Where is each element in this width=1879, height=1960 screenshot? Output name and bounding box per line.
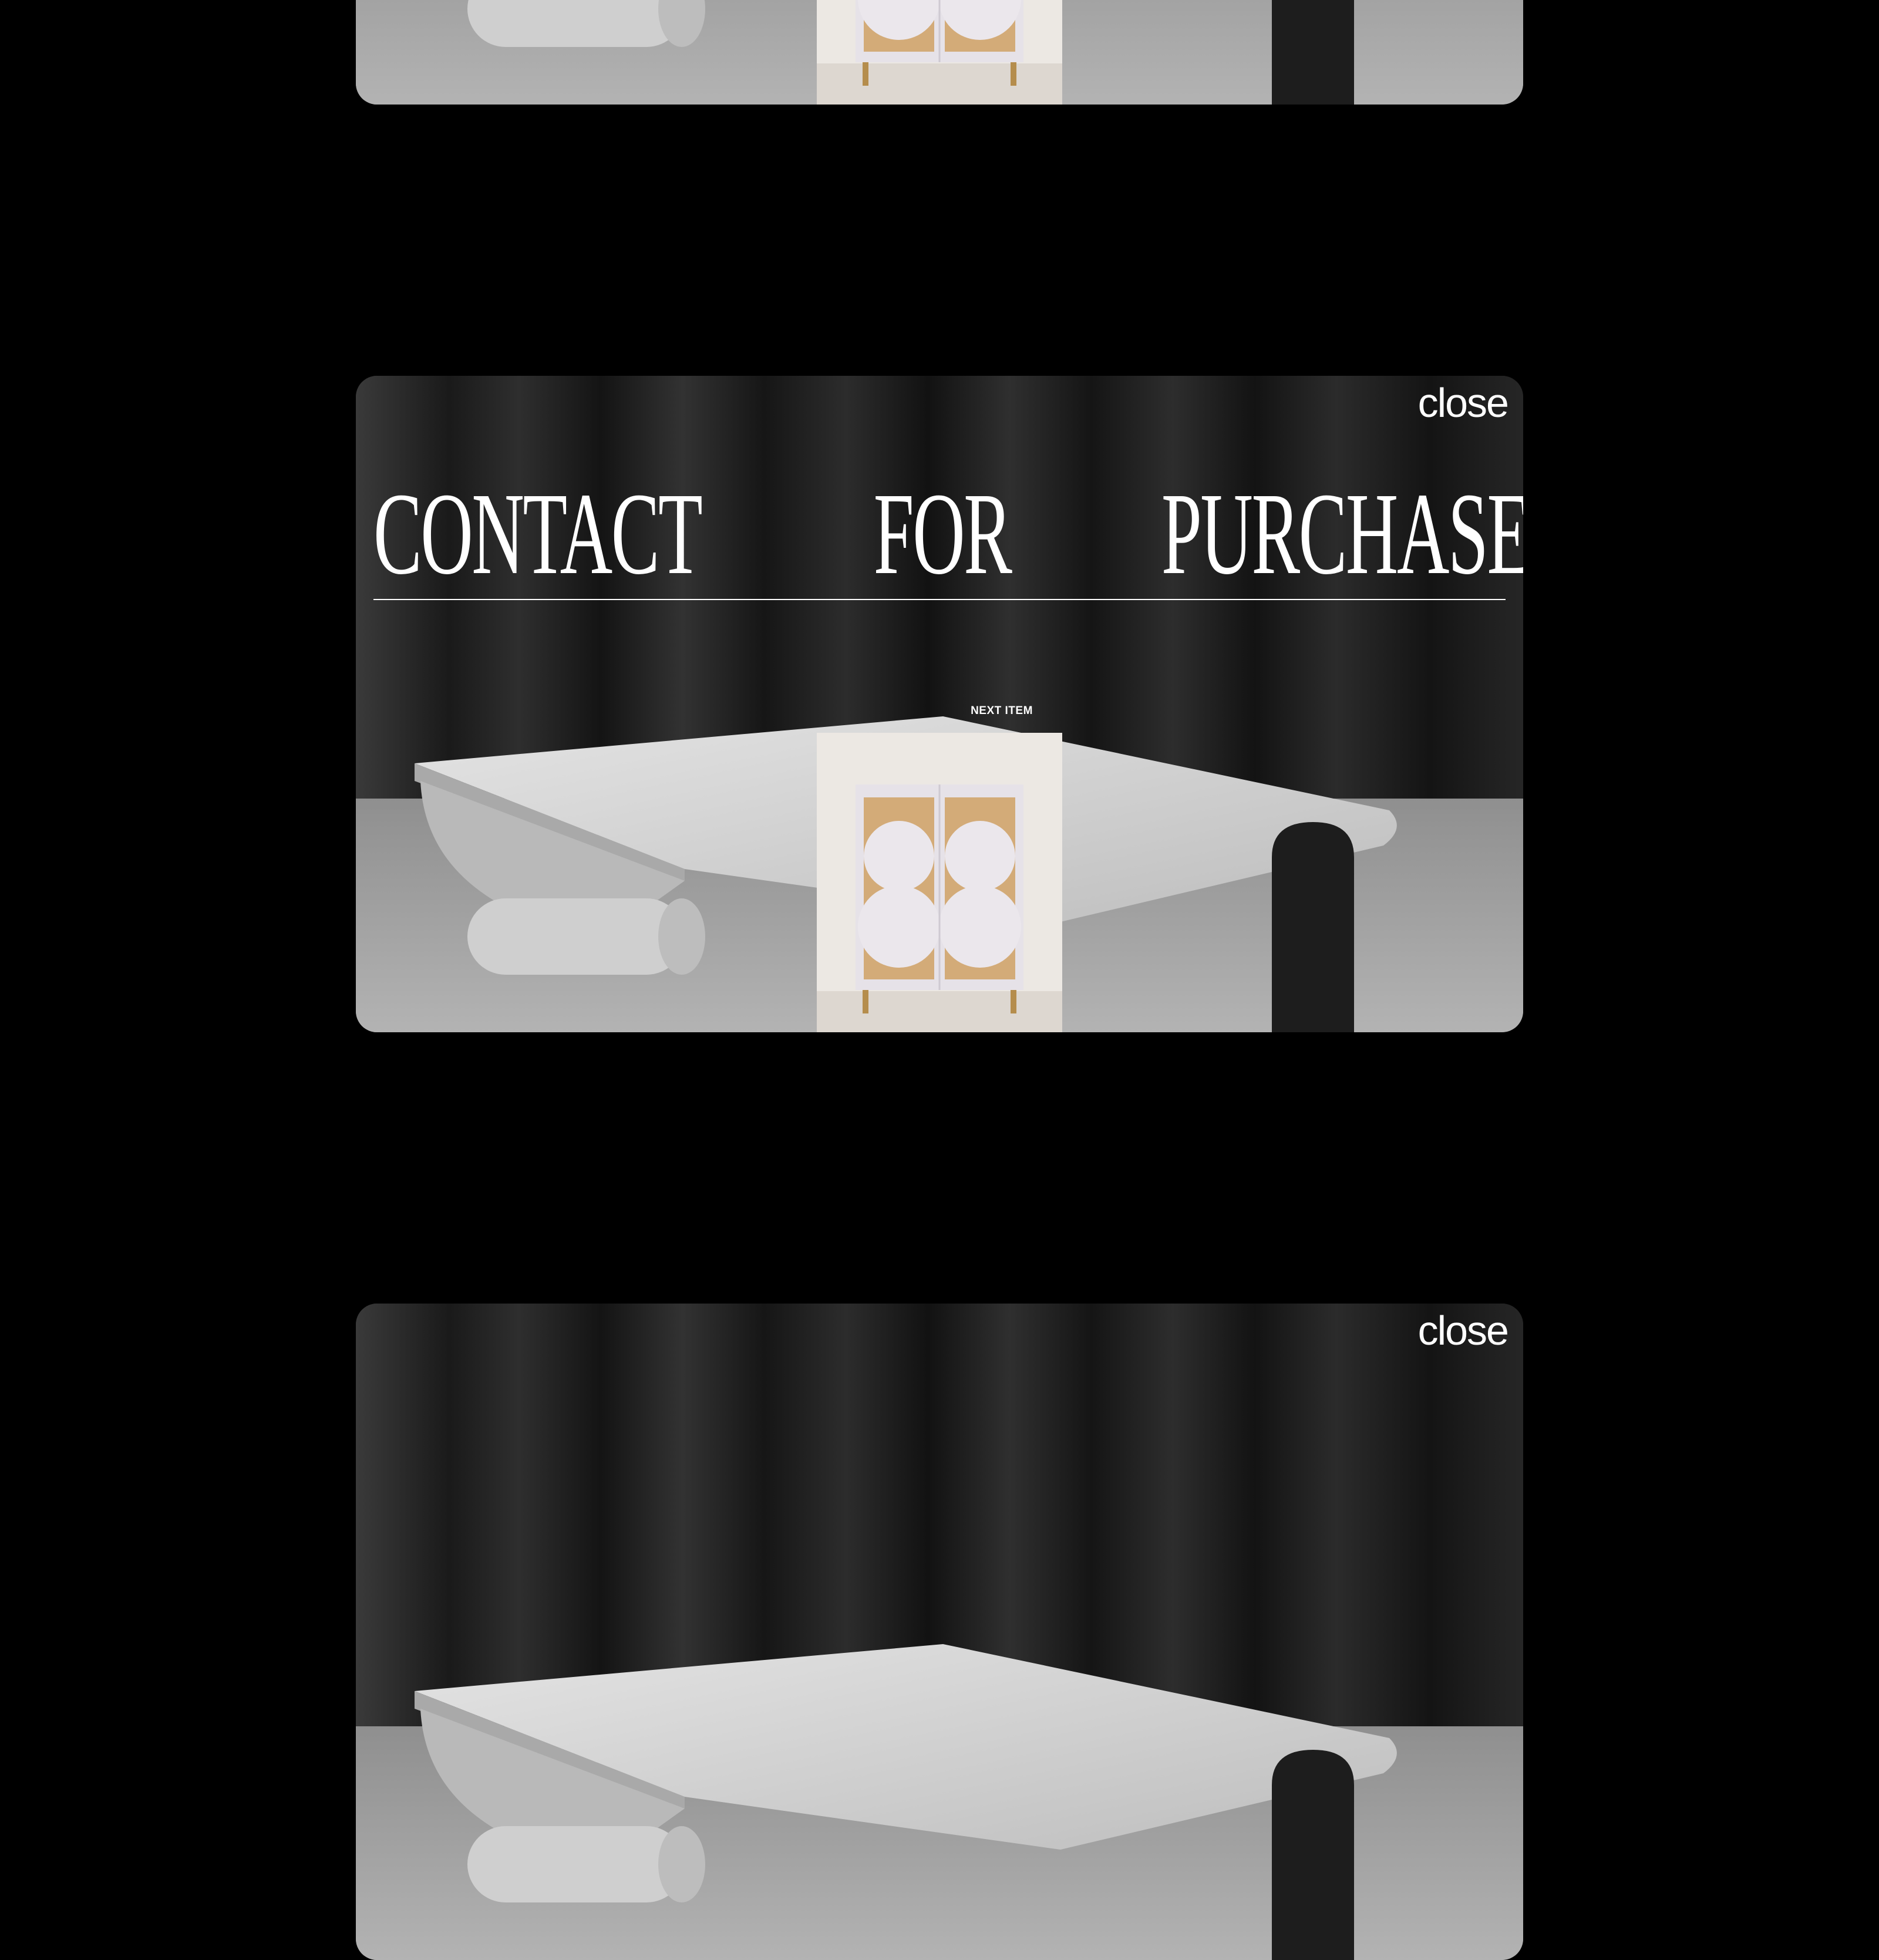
headline-word-for: FOR (874, 469, 1012, 599)
headline-word-purchase: PURCHASE (1161, 469, 1523, 599)
table-image (356, 1304, 1523, 1960)
product-card-next: close (356, 1304, 1523, 1960)
product-card: close CONTACT FOR PURCHASE NEXT ITEM (356, 376, 1523, 1032)
close-button[interactable]: close (1418, 1307, 1509, 1354)
next-item-label: NEXT ITEM (971, 705, 1033, 717)
next-item-thumbnail[interactable] (817, 733, 1062, 1032)
close-button[interactable]: close (1418, 379, 1509, 426)
cabinet-image[interactable] (817, 0, 1062, 105)
product-card-previous (356, 0, 1523, 105)
headline-word-contact: CONTACT (373, 469, 703, 599)
contact-for-purchase-link[interactable]: CONTACT FOR PURCHASE (373, 469, 1523, 600)
